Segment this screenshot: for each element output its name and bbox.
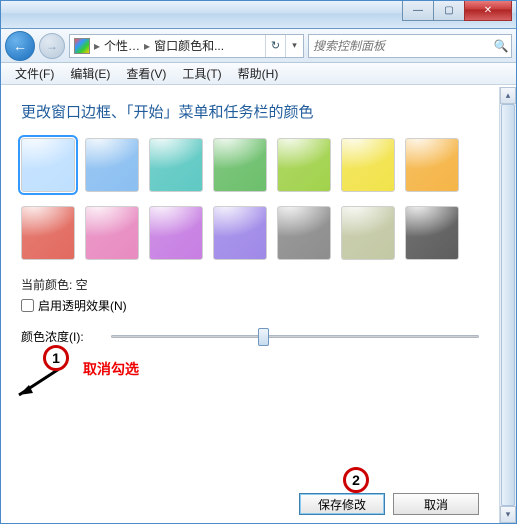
transparency-checkbox[interactable] bbox=[21, 299, 34, 312]
slider-thumb[interactable] bbox=[258, 328, 269, 346]
main-pane: 更改窗口边框、「开始」菜单和任务栏的颜色 当前颜色: 空 启用透明效果(N) 颜… bbox=[1, 87, 499, 523]
color-swatch[interactable] bbox=[277, 138, 331, 192]
swatch-shine bbox=[277, 138, 331, 175]
annotation-marker-2: 2 bbox=[343, 467, 369, 493]
menu-tools[interactable]: 工具(T) bbox=[174, 63, 229, 84]
menu-view[interactable]: 查看(V) bbox=[118, 63, 174, 84]
cancel-button[interactable]: 取消 bbox=[393, 493, 479, 515]
color-swatch[interactable] bbox=[341, 138, 395, 192]
slider-track bbox=[111, 335, 479, 338]
swatch-shine bbox=[213, 206, 267, 243]
color-swatch[interactable] bbox=[405, 206, 459, 260]
scroll-down-icon[interactable]: ▾ bbox=[500, 506, 516, 523]
color-swatch[interactable] bbox=[341, 206, 395, 260]
color-swatch[interactable] bbox=[85, 206, 139, 260]
menu-edit[interactable]: 编辑(E) bbox=[62, 63, 118, 84]
minimize-button[interactable]: — bbox=[402, 1, 434, 21]
swatch-shine bbox=[149, 206, 203, 243]
menu-help[interactable]: 帮助(H) bbox=[230, 63, 287, 84]
nav-forward-button: → bbox=[39, 33, 65, 59]
menu-file[interactable]: 文件(F) bbox=[7, 63, 62, 84]
swatch-shine bbox=[21, 138, 75, 175]
search-input[interactable] bbox=[313, 39, 491, 53]
breadcrumb-sep-icon: ▸ bbox=[90, 39, 104, 53]
refresh-icon[interactable]: ↻ bbox=[265, 35, 285, 57]
transparency-row: 启用透明效果(N) bbox=[21, 297, 479, 314]
intensity-label: 颜色浓度(I): bbox=[21, 328, 111, 345]
menu-bar: 文件(F) 编辑(E) 查看(V) 工具(T) 帮助(H) bbox=[1, 63, 516, 85]
color-swatch[interactable] bbox=[149, 138, 203, 192]
swatch-shine bbox=[405, 206, 459, 243]
swatch-shine bbox=[341, 206, 395, 243]
swatch-shine bbox=[85, 206, 139, 243]
vertical-scrollbar[interactable]: ▴ ▾ bbox=[499, 87, 516, 523]
color-swatch[interactable] bbox=[21, 138, 75, 192]
swatch-shine bbox=[213, 138, 267, 175]
scroll-up-icon[interactable]: ▴ bbox=[500, 87, 516, 104]
address-bar-row: ← → ▸ 个性… ▸ 窗口颜色和... ↻ ▾ 🔍 bbox=[1, 29, 516, 63]
intensity-slider[interactable] bbox=[111, 326, 479, 346]
color-swatch[interactable] bbox=[149, 206, 203, 260]
window-controls: — ▢ ✕ bbox=[403, 1, 512, 21]
close-button[interactable]: ✕ bbox=[464, 1, 512, 21]
breadcrumb[interactable]: ▸ 个性… ▸ 窗口颜色和... ↻ ▾ bbox=[69, 34, 304, 58]
color-swatch[interactable] bbox=[21, 206, 75, 260]
breadcrumb-dropdown-icon[interactable]: ▾ bbox=[285, 35, 303, 57]
search-icon[interactable]: 🔍 bbox=[491, 39, 511, 53]
title-bar: — ▢ ✕ bbox=[1, 1, 516, 29]
swatch-shine bbox=[85, 138, 139, 175]
breadcrumb-item[interactable]: 窗口颜色和... bbox=[154, 37, 224, 54]
color-swatch[interactable] bbox=[85, 138, 139, 192]
breadcrumb-item[interactable]: 个性… bbox=[104, 37, 140, 54]
intensity-row: 颜色浓度(I): bbox=[21, 326, 479, 346]
scrollbar-thumb[interactable] bbox=[501, 104, 515, 506]
color-swatch[interactable] bbox=[213, 138, 267, 192]
save-button[interactable]: 保存修改 bbox=[299, 493, 385, 515]
breadcrumb-sep-icon: ▸ bbox=[140, 39, 154, 53]
maximize-button[interactable]: ▢ bbox=[433, 1, 465, 21]
annotation-hint-text: 取消勾选 bbox=[83, 359, 139, 379]
color-swatch[interactable] bbox=[405, 138, 459, 192]
footer-buttons: 保存修改 取消 bbox=[299, 493, 479, 515]
transparency-label[interactable]: 启用透明效果(N) bbox=[38, 297, 127, 314]
current-color-label: 当前颜色: 空 bbox=[21, 276, 479, 293]
color-swatch[interactable] bbox=[277, 206, 331, 260]
annotation-marker-1: 1 bbox=[43, 345, 69, 371]
color-swatch-grid bbox=[21, 138, 471, 260]
content-area: 更改窗口边框、「开始」菜单和任务栏的颜色 当前颜色: 空 启用透明效果(N) 颜… bbox=[1, 87, 516, 523]
search-box[interactable]: 🔍 bbox=[308, 34, 512, 58]
swatch-shine bbox=[405, 138, 459, 175]
swatch-shine bbox=[149, 138, 203, 175]
control-panel-icon bbox=[74, 38, 90, 54]
swatch-shine bbox=[277, 206, 331, 243]
swatch-shine bbox=[21, 206, 75, 243]
swatch-shine bbox=[341, 138, 395, 175]
page-title: 更改窗口边框、「开始」菜单和任务栏的颜色 bbox=[21, 101, 479, 122]
color-swatch[interactable] bbox=[213, 206, 267, 260]
nav-back-button[interactable]: ← bbox=[5, 31, 35, 61]
